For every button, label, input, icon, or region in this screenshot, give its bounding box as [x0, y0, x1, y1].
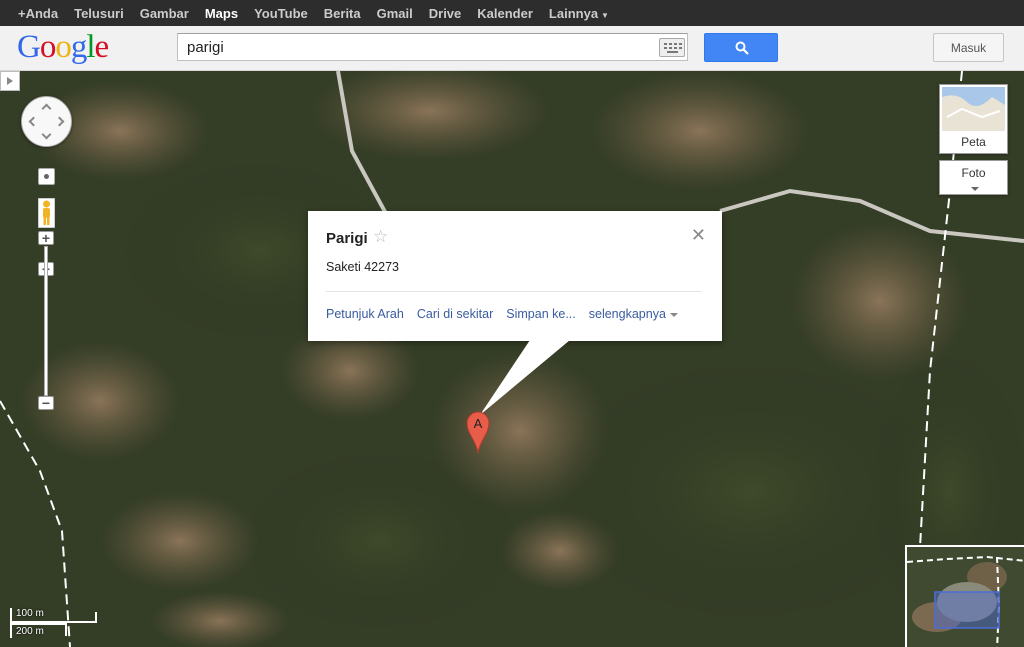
nav-link-more[interactable]: Lainnya ▼	[549, 6, 609, 21]
scale-label-large: 200 m	[16, 626, 44, 637]
save-to-link[interactable]: Simpan ke...	[506, 307, 575, 321]
maptype-map-label: Peta	[961, 135, 986, 149]
nav-link-plus-you[interactable]: +Anda	[18, 6, 58, 21]
pan-up-icon[interactable]	[41, 103, 52, 114]
scale-label-small: 100 m	[16, 608, 44, 619]
map-thumbnail	[942, 87, 1005, 131]
search-input[interactable]	[178, 34, 658, 60]
nav-link-gmail[interactable]: Gmail	[377, 6, 413, 21]
overview-viewport[interactable]	[934, 591, 1000, 629]
maptype-photo-label: Foto	[961, 166, 986, 180]
directions-link[interactable]: Petunjuk Arah	[326, 307, 404, 321]
zoom-slider-track[interactable]	[44, 246, 48, 396]
search-button[interactable]	[704, 33, 778, 62]
place-address: Saketi 42273	[326, 260, 399, 274]
pegman-icon[interactable]	[38, 198, 55, 228]
star-icon[interactable]: ☆	[373, 227, 388, 247]
place-title: Parigi	[326, 230, 368, 247]
magnifier-icon	[735, 41, 749, 55]
pan-right-icon[interactable]	[54, 116, 65, 127]
pan-left-icon[interactable]	[28, 116, 39, 127]
nav-link-drive[interactable]: Drive	[429, 6, 462, 21]
info-window-tail	[480, 340, 570, 415]
marker-a[interactable]: A	[466, 410, 490, 454]
overview-map[interactable]	[905, 545, 1024, 647]
chevron-down-icon	[971, 187, 979, 191]
search-box	[177, 33, 688, 61]
info-window-actions: Petunjuk Arah Cari di sekitar Simpan ke.…	[326, 307, 678, 321]
pan-down-icon[interactable]	[41, 129, 52, 140]
zoom-out-button[interactable]: −	[38, 396, 54, 410]
info-window: Parigi ☆ ✕ Saketi 42273 Petunjuk Arah Ca…	[308, 211, 722, 341]
search-nearby-link[interactable]: Cari di sekitar	[417, 307, 493, 321]
more-dropdown-label: selengkapnya	[588, 307, 666, 321]
nav-link-search[interactable]: Telusuri	[74, 6, 124, 21]
marker-label: A	[474, 416, 483, 431]
search-header: Google Masuk	[0, 26, 1024, 71]
top-navigation-bar: +Anda Telusuri Gambar Maps YouTube Berit…	[0, 0, 1024, 26]
nav-link-youtube[interactable]: YouTube	[254, 6, 308, 21]
more-dropdown[interactable]: selengkapnya	[589, 307, 678, 321]
nav-link-maps[interactable]: Maps	[205, 6, 238, 21]
maptype-map-button[interactable]: Peta	[939, 84, 1008, 154]
zoom-in-button[interactable]: +	[38, 231, 54, 245]
signin-button[interactable]: Masuk	[933, 33, 1004, 62]
divider	[326, 291, 702, 292]
rotate-reset-control[interactable]	[38, 168, 55, 185]
pan-control[interactable]	[21, 96, 72, 147]
nav-link-calendar[interactable]: Kalender	[477, 6, 533, 21]
keyboard-icon[interactable]	[659, 38, 685, 57]
overview-map-imagery	[907, 547, 1024, 647]
nav-more-label: Lainnya	[548, 5, 599, 21]
google-logo[interactable]: Google	[17, 30, 109, 64]
chevron-down-icon: ▼	[601, 10, 609, 20]
nav-link-images[interactable]: Gambar	[140, 6, 189, 21]
side-panel-toggle[interactable]	[0, 71, 20, 91]
map-scale: 100 m 200 m	[8, 606, 100, 640]
nav-link-news[interactable]: Berita	[324, 6, 361, 21]
close-icon[interactable]: ✕	[691, 225, 706, 246]
maptype-photo-button[interactable]: Foto	[939, 160, 1008, 195]
